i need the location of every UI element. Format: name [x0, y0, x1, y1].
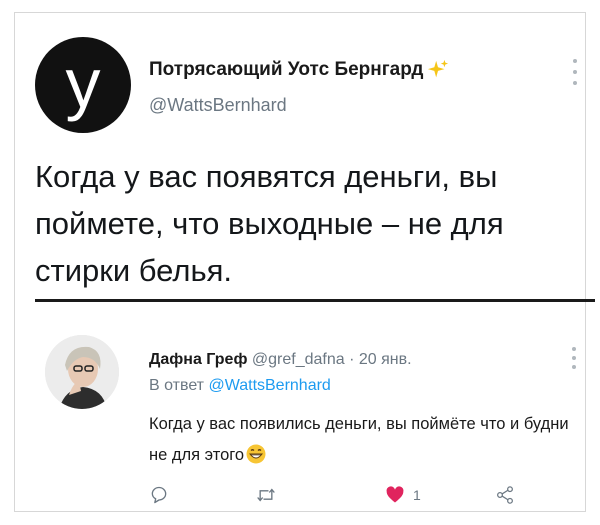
avatar-letter-logo: у — [66, 44, 101, 122]
replying-to-label: В ответ — [149, 377, 205, 394]
reply-button[interactable] — [149, 485, 169, 505]
retweet-button[interactable] — [255, 485, 277, 505]
retweet-arrows-icon — [257, 488, 275, 502]
main-avatar[interactable]: у — [35, 37, 131, 133]
share-button[interactable] — [495, 485, 515, 505]
reply-handle[interactable]: @gref_dafna — [252, 351, 345, 368]
svg-text:у: у — [66, 44, 101, 122]
reply-avatar[interactable] — [45, 335, 119, 409]
reply-text: Когда у вас появились деньги, вы поймёте… — [149, 409, 569, 471]
reply-avatar-photo — [45, 335, 119, 409]
divider — [35, 299, 595, 302]
main-handle[interactable]: @WattsBernhard — [149, 95, 287, 116]
tweet-card: у Потрясающий Уотс Бернгард @WattsBernha… — [14, 12, 595, 512]
reply-display-name[interactable]: Дафна Греф — [149, 351, 247, 368]
share-nodes-icon — [497, 486, 513, 504]
more-options-icon[interactable] — [570, 59, 580, 85]
reply-text-body: Когда у вас появились деньги, вы поймёте… — [149, 415, 569, 464]
like-button[interactable]: 1 — [385, 485, 421, 505]
reply-actions: 1 — [149, 485, 539, 509]
sparkles-icon — [428, 59, 449, 78]
main-tweet-text: Когда у вас появятся деньги, вы поймете,… — [35, 159, 504, 288]
replying-to-handle[interactable]: @WattsBernhard — [208, 377, 330, 394]
reply-date[interactable]: 20 янв. — [359, 351, 412, 368]
reply-separator: · — [349, 351, 355, 368]
main-display-name[interactable]: Потрясающий Уотс Бернгард — [149, 59, 449, 81]
reply-header: Дафна Греф @gref_dafna · 20 янв. — [149, 351, 412, 369]
speech-bubble-icon — [151, 486, 167, 504]
main-display-name-text: Потрясающий Уотс Бернгард — [149, 59, 424, 80]
heart-filled-icon — [386, 486, 404, 503]
reply-more-options-icon[interactable] — [570, 347, 578, 369]
like-count: 1 — [413, 487, 421, 503]
replying-to: В ответ @WattsBernhard — [149, 377, 331, 395]
grinning-face-icon — [246, 444, 266, 464]
